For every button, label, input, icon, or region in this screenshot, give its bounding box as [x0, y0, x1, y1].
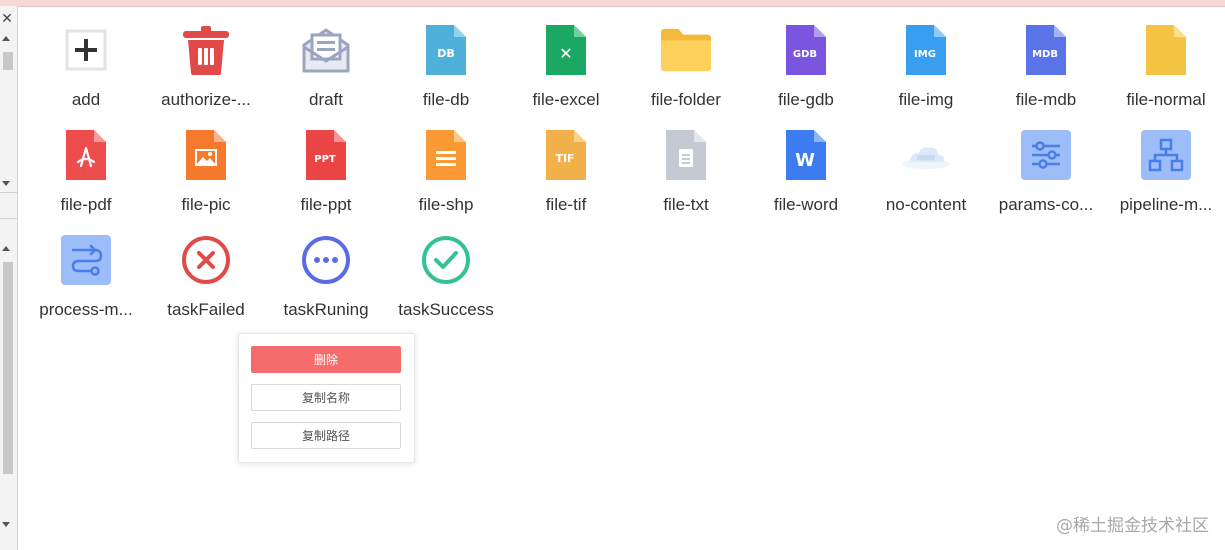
scrollbar-thumb[interactable]	[3, 52, 13, 70]
file-txt-icon	[661, 129, 711, 181]
icon-item-file-tif[interactable]: TIF file-tif	[505, 125, 625, 225]
icon-item-add[interactable]: add	[25, 20, 145, 120]
task-failed-icon	[181, 234, 231, 286]
file-badge-text: MDB	[1032, 49, 1058, 60]
scroll-up-icon[interactable]	[2, 36, 10, 41]
icon-item-file-ppt[interactable]: PPT file-ppt	[265, 125, 385, 225]
icon-label: file-img	[898, 90, 954, 109]
process-flow-icon	[61, 234, 111, 286]
icon-item-task-success[interactable]: taskSuccess	[385, 230, 505, 330]
icon-label: taskFailed	[167, 300, 245, 319]
icon-label: pipeline-m...	[1119, 195, 1213, 214]
icon-label: file-txt	[663, 195, 709, 214]
left-pane: ✕	[0, 6, 18, 550]
icon-label: no-content	[885, 195, 967, 214]
icon-label: file-mdb	[1015, 90, 1077, 109]
task-success-icon	[421, 234, 471, 286]
watermark: @稀土掘金技术社区	[1056, 516, 1209, 536]
icon-item-file-txt[interactable]: file-txt	[625, 125, 745, 225]
icon-label: file-shp	[418, 195, 474, 214]
delete-button[interactable]: 删除	[251, 346, 401, 373]
icon-label: file-ppt	[300, 195, 352, 214]
scroll-down-icon[interactable]	[2, 522, 10, 527]
icon-item-file-word[interactable]: W file-word	[745, 125, 865, 225]
icon-label: authorize-...	[161, 90, 251, 109]
file-badge-text: ✕	[559, 44, 572, 63]
icon-item-file-normal[interactable]: file-normal	[1105, 20, 1225, 120]
file-excel-icon: ✕	[541, 24, 591, 76]
file-badge-text: W	[795, 150, 815, 171]
icon-label: file-word	[773, 195, 839, 214]
icon-item-file-gdb[interactable]: GDB file-gdb	[745, 20, 865, 120]
file-gdb-icon: GDB	[781, 24, 831, 76]
icon-item-draft[interactable]: draft	[265, 20, 385, 120]
icon-label: file-gdb	[778, 90, 834, 109]
icon-item-task-failed[interactable]: taskFailed	[145, 230, 265, 330]
scroll-up-icon[interactable]	[2, 246, 10, 251]
params-sliders-icon	[1021, 129, 1071, 181]
icon-label: process-m...	[39, 300, 133, 319]
icon-label: file-folder	[651, 90, 721, 109]
file-normal-icon	[1141, 24, 1191, 76]
file-pic-icon	[181, 129, 231, 181]
icon-label: params-co...	[998, 195, 1094, 214]
icon-label: file-pdf	[60, 195, 112, 214]
icon-item-file-mdb[interactable]: MDB file-mdb	[985, 20, 1105, 120]
close-icon[interactable]: ✕	[0, 10, 14, 26]
context-menu: 删除 复制名称 复制路径	[238, 333, 415, 463]
file-shp-icon	[421, 129, 471, 181]
top-bar	[0, 0, 1225, 7]
file-badge-text: TIF	[555, 152, 574, 165]
icon-item-file-pdf[interactable]: file-pdf	[25, 125, 145, 225]
add-icon	[61, 24, 111, 76]
file-word-icon: W	[781, 129, 831, 181]
icon-item-process[interactable]: process-m...	[25, 230, 145, 330]
icon-label: taskSuccess	[398, 300, 494, 319]
file-badge-text: GDB	[793, 49, 817, 60]
icon-label: file-excel	[532, 90, 600, 109]
icon-item-file-img[interactable]: IMG file-img	[865, 20, 985, 120]
file-mdb-icon: MDB	[1021, 24, 1071, 76]
file-ppt-icon: PPT	[301, 129, 351, 181]
icon-item-file-db[interactable]: DB file-db	[385, 20, 505, 120]
divider	[0, 218, 17, 219]
icon-item-file-pic[interactable]: file-pic	[145, 125, 265, 225]
file-badge-text: PPT	[314, 154, 336, 165]
file-tif-icon: TIF	[541, 129, 591, 181]
icon-item-file-folder[interactable]: file-folder	[625, 20, 745, 120]
icon-item-authorize[interactable]: authorize-...	[145, 20, 265, 120]
scrollbar-thumb[interactable]	[3, 262, 13, 474]
icon-item-file-shp[interactable]: file-shp	[385, 125, 505, 225]
icon-item-no-content[interactable]: no-content	[865, 125, 985, 225]
icon-item-pipeline[interactable]: pipeline-m...	[1105, 125, 1225, 225]
task-running-icon	[301, 234, 351, 286]
icon-label: file-normal	[1126, 90, 1206, 109]
icon-label: file-pic	[181, 195, 231, 214]
icon-label: file-tif	[545, 195, 587, 214]
no-content-icon	[901, 129, 951, 181]
icon-label: taskRuning	[283, 300, 369, 319]
file-pdf-icon	[61, 129, 111, 181]
file-badge-text: IMG	[914, 49, 936, 60]
icon-label: file-db	[422, 90, 470, 109]
icon-item-task-running[interactable]: taskRuning	[265, 230, 385, 330]
icon-item-params[interactable]: params-co...	[985, 125, 1105, 225]
icon-item-file-excel[interactable]: ✕ file-excel	[505, 20, 625, 120]
folder-icon	[661, 24, 711, 76]
draft-envelope-icon	[301, 24, 351, 76]
trash-icon	[181, 24, 231, 76]
file-img-icon: IMG	[901, 24, 951, 76]
icon-label: draft	[308, 90, 344, 109]
scroll-down-icon[interactable]	[2, 181, 10, 186]
pipeline-tree-icon	[1141, 129, 1191, 181]
copy-path-button[interactable]: 复制路径	[251, 422, 401, 449]
divider	[0, 192, 17, 193]
file-badge-text: DB	[437, 47, 455, 60]
file-db-icon: DB	[421, 24, 471, 76]
icon-label: add	[71, 90, 101, 109]
copy-name-button[interactable]: 复制名称	[251, 384, 401, 411]
